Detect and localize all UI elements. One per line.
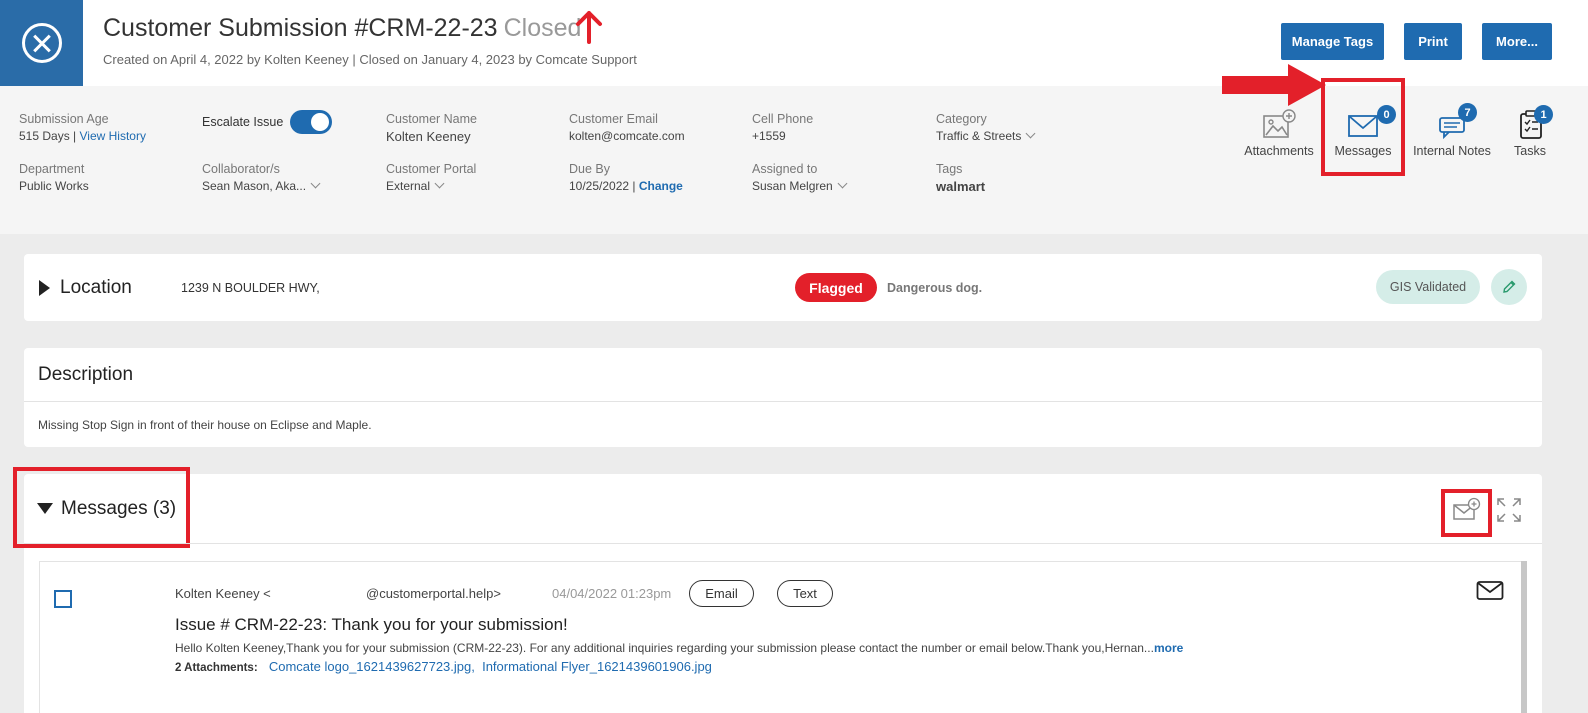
chevron-down-icon (434, 178, 445, 189)
customer-portal-field[interactable]: Customer Portal External (386, 162, 476, 193)
field-value: Public Works (19, 179, 89, 193)
tasks-count-badge: 1 (1534, 105, 1553, 124)
message-date: 04/04/2022 01:23pm (552, 586, 672, 601)
location-title[interactable]: Location (60, 277, 132, 299)
page-title: Customer Submission #CRM-22-23 Closed (103, 14, 581, 43)
message-sender-name: Kolten Keeney < (175, 586, 271, 601)
manage-tags-button[interactable]: Manage Tags (1281, 23, 1384, 60)
expand-arrows-icon (1497, 498, 1521, 522)
customer-name-field: Customer Name Kolten Keeney (386, 112, 477, 144)
field-label: Department (19, 162, 85, 176)
email-channel-pill: Email (689, 580, 754, 607)
chevron-down-icon (310, 178, 321, 189)
arrow-right-annotation-icon (1222, 64, 1326, 106)
message-body: Hello Kolten Keeney,Thank you for your s… (175, 641, 1154, 655)
customer-name-link[interactable]: Kolten Keeney (386, 129, 477, 144)
chevron-down-icon (837, 178, 848, 189)
submission-age-field: Submission Age 515 Days | View History (19, 112, 146, 143)
due-by-field: Due By 10/25/2022 | Change (569, 162, 683, 193)
field-value: 515 Days | (19, 129, 80, 143)
escalate-issue-field: Escalate Issue (202, 115, 283, 129)
field-value: +1559 (752, 129, 786, 143)
scrollbar[interactable] (1521, 561, 1527, 713)
field-label: Assigned to (752, 162, 818, 176)
more-link[interactable]: more (1154, 641, 1183, 655)
tags-field: Tags walmart (936, 162, 985, 194)
messages-section-highlight-box (13, 467, 190, 548)
customer-email-field: Customer Email kolten@comcate.com (569, 112, 685, 143)
attachment-link[interactable]: Comcate logo_1621439627723.jpg, (269, 659, 475, 674)
field-label: Customer Email (569, 112, 658, 126)
escalate-issue-toggle[interactable] (290, 110, 332, 134)
message-preview: Hello Kolten Keeney,Thank you for your s… (175, 641, 1183, 655)
department-field: Department Public Works (19, 162, 89, 193)
customer-portal-value: External (386, 179, 431, 193)
message-envelope-icon[interactable] (1476, 580, 1504, 607)
more-button[interactable]: More... (1482, 23, 1552, 60)
new-message-highlight-box (1441, 489, 1492, 537)
image-add-icon (1263, 109, 1296, 138)
message-sender-email: @customerportal.help> (366, 586, 501, 601)
assigned-to-field[interactable]: Assigned to Susan Melgren (752, 162, 848, 193)
message-subject[interactable]: Issue # CRM-22-23: Thank you for your su… (175, 615, 568, 635)
change-due-date-link[interactable]: Change (639, 179, 683, 193)
attachments-count-label: 2 Attachments: (175, 662, 258, 674)
text-channel-pill: Text (777, 580, 833, 607)
field-label: Customer Portal (386, 162, 477, 176)
field-label: Customer Name (386, 112, 477, 126)
field-label: Tags (936, 162, 963, 176)
field-value: kolten@comcate.com (569, 129, 685, 143)
internal-notes-count-badge: 7 (1458, 103, 1477, 122)
escalate-issue-label: Escalate Issue (202, 115, 284, 129)
category-field[interactable]: Category Traffic & Streets (936, 112, 1036, 143)
divider (24, 401, 1542, 402)
location-address: 1239 N BOULDER HWY, (181, 281, 320, 295)
print-button[interactable]: Print (1404, 23, 1462, 60)
toggle-knob (311, 113, 329, 131)
assigned-to-value: Susan Melgren (752, 179, 833, 193)
field-label: Due By (569, 162, 610, 176)
internal-notes-action[interactable]: Internal Notes (1408, 108, 1496, 158)
collaborators-value: Sean Mason, Aka... (202, 179, 307, 193)
close-icon (21, 23, 62, 63)
page-subtitle: Created on April 4, 2022 by Kolten Keene… (103, 52, 637, 67)
submission-title: Customer Submission #CRM-22-23 (103, 14, 498, 42)
gis-validated-badge: GIS Validated (1376, 270, 1480, 304)
attachments-row: 2 Attachments: Comcate logo_162143962772… (175, 659, 712, 674)
description-text: Missing Stop Sign in front of their hous… (38, 418, 372, 432)
edit-location-button[interactable] (1491, 269, 1527, 305)
attachments-label: Attachments (1244, 144, 1314, 158)
chevron-down-icon (1025, 128, 1036, 139)
flagged-badge: Flagged (795, 273, 877, 302)
field-label: Collaborator/s (202, 162, 280, 176)
status-label: Closed (503, 14, 582, 42)
message-checkbox[interactable] (54, 590, 72, 608)
tag-link[interactable]: walmart (936, 179, 985, 194)
attachment-link[interactable]: Informational Flyer_1621439601906.jpg (482, 659, 712, 674)
divider (24, 543, 1542, 544)
description-title: Description (38, 364, 134, 385)
field-label: Cell Phone (752, 112, 814, 126)
messages-highlight-box (1321, 78, 1405, 176)
tasks-label: Tasks (1514, 144, 1546, 158)
field-label: Submission Age (19, 112, 109, 126)
expand-button[interactable] (1495, 496, 1523, 529)
arrow-up-annotation-icon (576, 11, 602, 44)
expand-triangle-icon[interactable] (39, 280, 50, 296)
category-value: Traffic & Streets (936, 129, 1022, 143)
field-label: Category (936, 112, 987, 126)
cell-phone-field: Cell Phone +1559 (752, 112, 813, 143)
collaborators-field[interactable]: Collaborator/s Sean Mason, Aka... (202, 162, 321, 193)
internal-notes-label: Internal Notes (1413, 144, 1491, 158)
due-date-value: 10/25/2022 | (569, 179, 639, 193)
close-button[interactable] (0, 0, 83, 86)
flag-note: Dangerous dog. (887, 281, 983, 295)
page-header: Customer Submission #CRM-22-23 Closed Cre… (0, 0, 1588, 86)
attachments-action[interactable]: Attachments (1242, 108, 1316, 158)
description-card (24, 348, 1542, 447)
view-history-link[interactable]: View History (79, 129, 145, 143)
pencil-icon (1503, 280, 1516, 293)
